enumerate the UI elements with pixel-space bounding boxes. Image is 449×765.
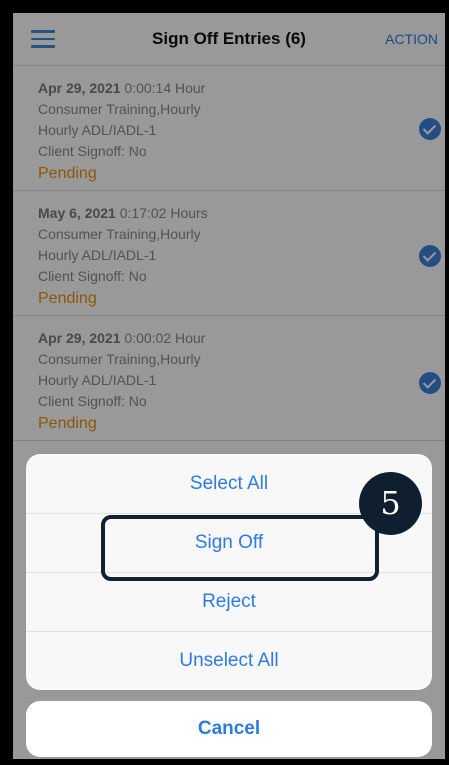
highlight-box xyxy=(101,515,379,581)
reject-button[interactable]: Reject xyxy=(26,572,432,632)
device-frame: Sign Off Entries (6) ACTION Apr 29, 2021… xyxy=(0,0,449,765)
unselect-all-button[interactable]: Unselect All xyxy=(26,631,432,690)
step-number-badge: 5 xyxy=(359,472,422,535)
cancel-button[interactable]: Cancel xyxy=(26,701,432,757)
app-screen: Sign Off Entries (6) ACTION Apr 29, 2021… xyxy=(13,13,445,759)
